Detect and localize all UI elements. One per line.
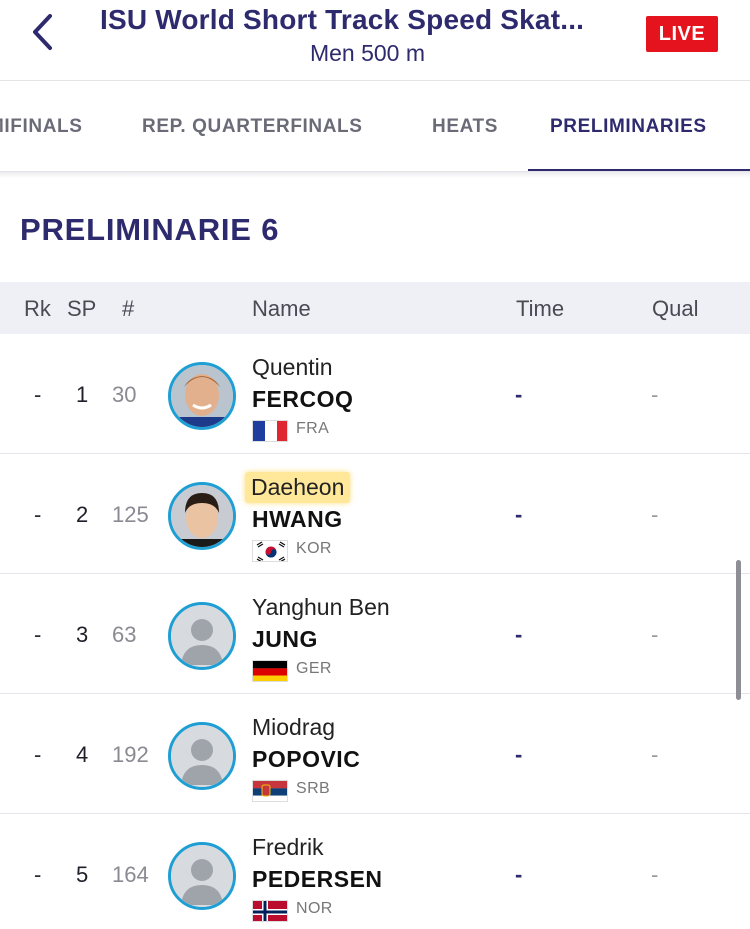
placeholder-avatar-icon	[168, 842, 236, 910]
results-table: - 1 30 Quentin FERCOQ FRA - - - 2 125 Da…	[0, 334, 750, 929]
athlete-country: NOR	[296, 900, 333, 917]
bib-number-value: 30	[112, 382, 137, 407]
table-row[interactable]: - 2 125 Daeheon HWANG KOR - -	[0, 454, 750, 574]
rank-value: -	[34, 862, 42, 887]
time-value: -	[515, 622, 523, 647]
time-value: -	[515, 382, 523, 407]
qual-value: -	[651, 622, 659, 647]
flag-norway-icon	[252, 900, 288, 922]
athlete-last-name: POPOVIC	[252, 746, 361, 772]
back-button[interactable]	[22, 8, 62, 56]
athlete-first-name: Fredrik	[252, 834, 324, 860]
athlete-photo	[168, 482, 236, 550]
flag-germany-icon	[252, 660, 288, 682]
page-title: ISU World Short Track Speed Skat...	[100, 4, 585, 35]
qual-value: -	[651, 382, 659, 407]
qual-value: -	[651, 742, 659, 767]
start-position-value: 5	[76, 862, 89, 887]
chevron-left-icon	[33, 14, 52, 50]
rank-value: -	[34, 742, 42, 767]
rank-value: -	[34, 502, 42, 527]
time-value: -	[515, 862, 523, 887]
athlete-first-name: Daeheon	[245, 472, 351, 503]
flag-france-icon	[252, 420, 288, 442]
athlete-country: FRA	[296, 420, 330, 437]
qual-value: -	[651, 862, 659, 887]
athlete-last-name: HWANG	[252, 506, 343, 532]
bib-number-value: 63	[112, 622, 137, 647]
vertical-scrollbar[interactable]	[736, 560, 741, 700]
athlete-last-name: PEDERSEN	[252, 866, 383, 892]
section-title: PRELIMINARIE 6	[20, 212, 280, 247]
column-qual: Qual	[652, 296, 699, 321]
flag-serbia-icon	[252, 780, 288, 802]
column-name: Name	[252, 296, 311, 321]
app-header: ISU World Short Track Speed Skat... Men …	[0, 0, 750, 80]
athlete-photo	[168, 362, 236, 430]
table-header: Rk SP # Name Time Qual	[0, 282, 750, 334]
athlete-country: KOR	[296, 540, 332, 557]
rank-value: -	[34, 382, 42, 407]
athlete-last-name: FERCOQ	[252, 386, 354, 412]
column-time: Time	[516, 296, 565, 321]
athlete-first-name: Miodrag	[252, 714, 336, 740]
table-row[interactable]: - 4 192 Miodrag POPOVIC SRB - -	[0, 694, 750, 814]
round-tabs: MIFINALS REP. QUARTERFINALS HEATS PRELIM…	[0, 80, 750, 172]
column-bib-number: #	[122, 296, 135, 321]
athlete-last-name: JUNG	[252, 626, 318, 652]
live-badge: LIVE	[646, 16, 718, 52]
athlete-first-name: Yanghun Ben	[252, 594, 390, 620]
flag-korea-icon	[252, 540, 288, 562]
athlete-country: SRB	[296, 780, 331, 797]
bib-number-value: 125	[112, 502, 149, 527]
placeholder-avatar-icon	[168, 722, 236, 790]
bib-number-value: 192	[112, 742, 149, 767]
tab-heats[interactable]: HEATS	[432, 81, 498, 171]
tabs-divider	[0, 172, 750, 178]
placeholder-avatar-icon	[168, 602, 236, 670]
start-position-value: 1	[76, 382, 89, 407]
column-start-position: SP	[67, 296, 97, 321]
time-value: -	[515, 502, 523, 527]
time-value: -	[515, 742, 523, 767]
tab-semifinals[interactable]: MIFINALS	[0, 81, 83, 171]
athlete-country: GER	[296, 660, 332, 677]
start-position-value: 2	[76, 502, 89, 527]
bib-number-value: 164	[112, 862, 149, 887]
tab-rep-quarterfinals[interactable]: REP. QUARTERFINALS	[142, 81, 363, 171]
page-subtitle: Men 500 m	[309, 40, 426, 66]
rank-value: -	[34, 622, 42, 647]
start-position-value: 3	[76, 622, 89, 647]
table-row[interactable]: - 3 63 Yanghun Ben JUNG GER - -	[0, 574, 750, 694]
column-rank: Rk	[24, 296, 51, 321]
athlete-first-name: Quentin	[252, 354, 333, 380]
table-row[interactable]: - 1 30 Quentin FERCOQ FRA - -	[0, 334, 750, 454]
tab-preliminaries[interactable]: PRELIMINARIES	[550, 81, 707, 171]
qual-value: -	[651, 502, 659, 527]
table-row[interactable]: - 5 164 Fredrik PEDERSEN NOR - -	[0, 814, 750, 929]
start-position-value: 4	[76, 742, 89, 767]
